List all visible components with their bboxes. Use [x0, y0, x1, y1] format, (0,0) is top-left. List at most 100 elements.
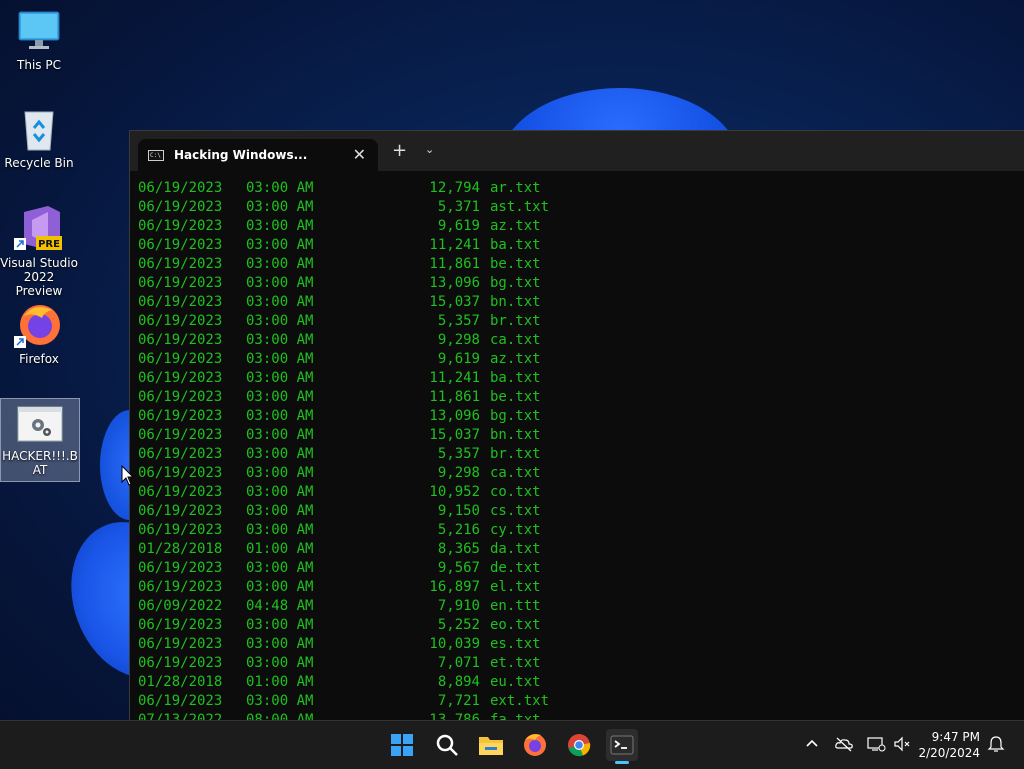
firefox-icon	[14, 302, 64, 348]
line-size: 9,298	[437, 465, 480, 481]
line-date: 06/19/2023	[138, 560, 223, 576]
desktop-icon-label: Recycle Bin	[4, 156, 74, 170]
line-filename: ast.txt	[490, 199, 550, 215]
chevron-down-icon[interactable]: ⌄	[425, 143, 434, 156]
line-time: 03:00 AM	[246, 693, 314, 709]
desktop-icon-visual-studio[interactable]: PRE Visual Studio 2022 Preview	[0, 204, 78, 298]
terminal-icon[interactable]	[606, 729, 638, 764]
terminal-line: 01/28/2018 01:00 AM 8,894 eu.txt	[138, 673, 1024, 692]
line-date: 06/19/2023	[138, 389, 223, 405]
line-time: 03:00 AM	[246, 389, 314, 405]
line-filename: cs.txt	[490, 503, 541, 519]
close-icon[interactable]: ✕	[353, 145, 366, 164]
line-date: 06/19/2023	[138, 522, 223, 538]
terminal-line: 06/19/2023 03:00 AM 9,298 ca.txt	[138, 464, 1024, 483]
line-size: 11,861	[429, 389, 480, 405]
svg-text:PRE: PRE	[38, 239, 60, 250]
new-tab-button[interactable]: +	[392, 140, 407, 161]
line-date: 06/19/2023	[138, 408, 223, 424]
line-time: 03:00 AM	[246, 655, 314, 671]
volume-muted-icon[interactable]	[893, 735, 913, 757]
terminal-line: 06/19/2023 03:00 AM 5,371 ast.txt	[138, 198, 1024, 217]
terminal-line: 06/19/2023 03:00 AM 9,567 de.txt	[138, 559, 1024, 578]
onedrive-icon[interactable]	[834, 735, 854, 757]
line-filename: co.txt	[490, 484, 541, 500]
line-time: 03:00 AM	[246, 218, 314, 234]
line-time: 03:00 AM	[246, 522, 314, 538]
line-filename: es.txt	[490, 636, 541, 652]
line-date: 06/19/2023	[138, 351, 223, 367]
line-time: 03:00 AM	[246, 579, 314, 595]
system-clock[interactable]: 9:47 PM 2/20/2024	[918, 729, 980, 761]
line-date: 06/19/2023	[138, 446, 223, 462]
line-time: 04:48 AM	[246, 598, 314, 614]
line-size: 11,861	[429, 256, 480, 272]
line-date: 06/19/2023	[138, 617, 223, 633]
line-time: 03:00 AM	[246, 180, 314, 196]
line-time: 03:00 AM	[246, 199, 314, 215]
network-icon[interactable]	[866, 735, 886, 757]
terminal-line: 06/19/2023 03:00 AM 9,298 ca.txt	[138, 331, 1024, 350]
line-filename: ext.txt	[490, 693, 550, 709]
terminal-line: 06/19/2023 03:00 AM 15,037 bn.txt	[138, 293, 1024, 312]
line-date: 06/09/2022	[138, 598, 223, 614]
recycle-bin-icon	[17, 106, 61, 152]
line-size: 9,567	[437, 560, 480, 576]
line-size: 15,037	[429, 427, 480, 443]
line-time: 03:00 AM	[246, 484, 314, 500]
desktop-icon-firefox[interactable]: Firefox	[0, 302, 78, 366]
line-date: 06/19/2023	[138, 256, 223, 272]
line-size: 5,371	[437, 199, 480, 215]
terminal-window[interactable]: C:\ Hacking Windows... ✕ + ⌄ 06/19/2023 0…	[129, 130, 1024, 721]
line-filename: el.txt	[490, 579, 541, 595]
terminal-line: 06/19/2023 03:00 AM 13,096 bg.txt	[138, 407, 1024, 426]
search-icon[interactable]	[431, 729, 463, 761]
line-filename: bg.txt	[490, 275, 541, 291]
line-filename: et.txt	[490, 655, 541, 671]
terminal-line: 01/28/2018 01:00 AM 8,365 da.txt	[138, 540, 1024, 559]
terminal-line: 06/19/2023 03:00 AM 13,096 bg.txt	[138, 274, 1024, 293]
terminal-output[interactable]: 06/19/2023 03:00 AM 12,794 ar.txt 06/19/2023…	[138, 179, 1024, 721]
line-date: 06/19/2023	[138, 636, 223, 652]
line-filename: ar.txt	[490, 180, 541, 196]
tab-hacking-windows[interactable]: C:\ Hacking Windows... ✕	[138, 139, 378, 171]
line-time: 03:00 AM	[246, 617, 314, 633]
line-date: 06/19/2023	[138, 332, 223, 348]
desktop-icon-label: HACKER!!!.BAT	[2, 449, 78, 477]
line-time: 03:00 AM	[246, 636, 314, 652]
line-filename: br.txt	[490, 446, 541, 462]
line-date: 06/19/2023	[138, 655, 223, 671]
line-size: 7,071	[437, 655, 480, 671]
line-date: 06/19/2023	[138, 275, 223, 291]
line-time: 03:00 AM	[246, 560, 314, 576]
line-time: 03:00 AM	[246, 408, 314, 424]
line-size: 5,252	[437, 617, 480, 633]
desktop-icon-hacker-bat[interactable]: HACKER!!!.BAT	[0, 398, 80, 482]
chrome-icon[interactable]	[563, 729, 595, 761]
terminal-line: 06/19/2023 03:00 AM 7,721 ext.txt	[138, 692, 1024, 711]
notification-bell-icon[interactable]	[987, 735, 1005, 757]
line-date: 06/19/2023	[138, 465, 223, 481]
tab-bar: C:\ Hacking Windows... ✕ + ⌄	[130, 131, 1024, 171]
line-time: 03:00 AM	[246, 503, 314, 519]
terminal-line: 06/19/2023 03:00 AM 9,150 cs.txt	[138, 502, 1024, 521]
desktop-icon-recycle-bin[interactable]: Recycle Bin	[0, 106, 78, 170]
line-filename: bg.txt	[490, 408, 541, 424]
file-explorer-icon[interactable]	[475, 729, 507, 761]
line-size: 16,897	[429, 579, 480, 595]
line-filename: ba.txt	[490, 237, 541, 253]
chevron-up-icon[interactable]	[803, 735, 821, 757]
terminal-line: 06/19/2023 03:00 AM 7,071 et.txt	[138, 654, 1024, 673]
start-icon[interactable]	[386, 729, 418, 761]
line-time: 03:00 AM	[246, 237, 314, 253]
firefox-icon[interactable]	[519, 729, 551, 761]
line-date: 06/19/2023	[138, 294, 223, 310]
desktop-icon-this-pc[interactable]: This PC	[0, 8, 78, 72]
line-time: 01:00 AM	[246, 674, 314, 690]
line-date: 06/19/2023	[138, 484, 223, 500]
line-filename: ca.txt	[490, 332, 541, 348]
line-time: 03:00 AM	[246, 256, 314, 272]
line-filename: ba.txt	[490, 370, 541, 386]
line-date: 06/19/2023	[138, 579, 223, 595]
taskbar: 9:47 PM 2/20/2024	[0, 720, 1024, 769]
